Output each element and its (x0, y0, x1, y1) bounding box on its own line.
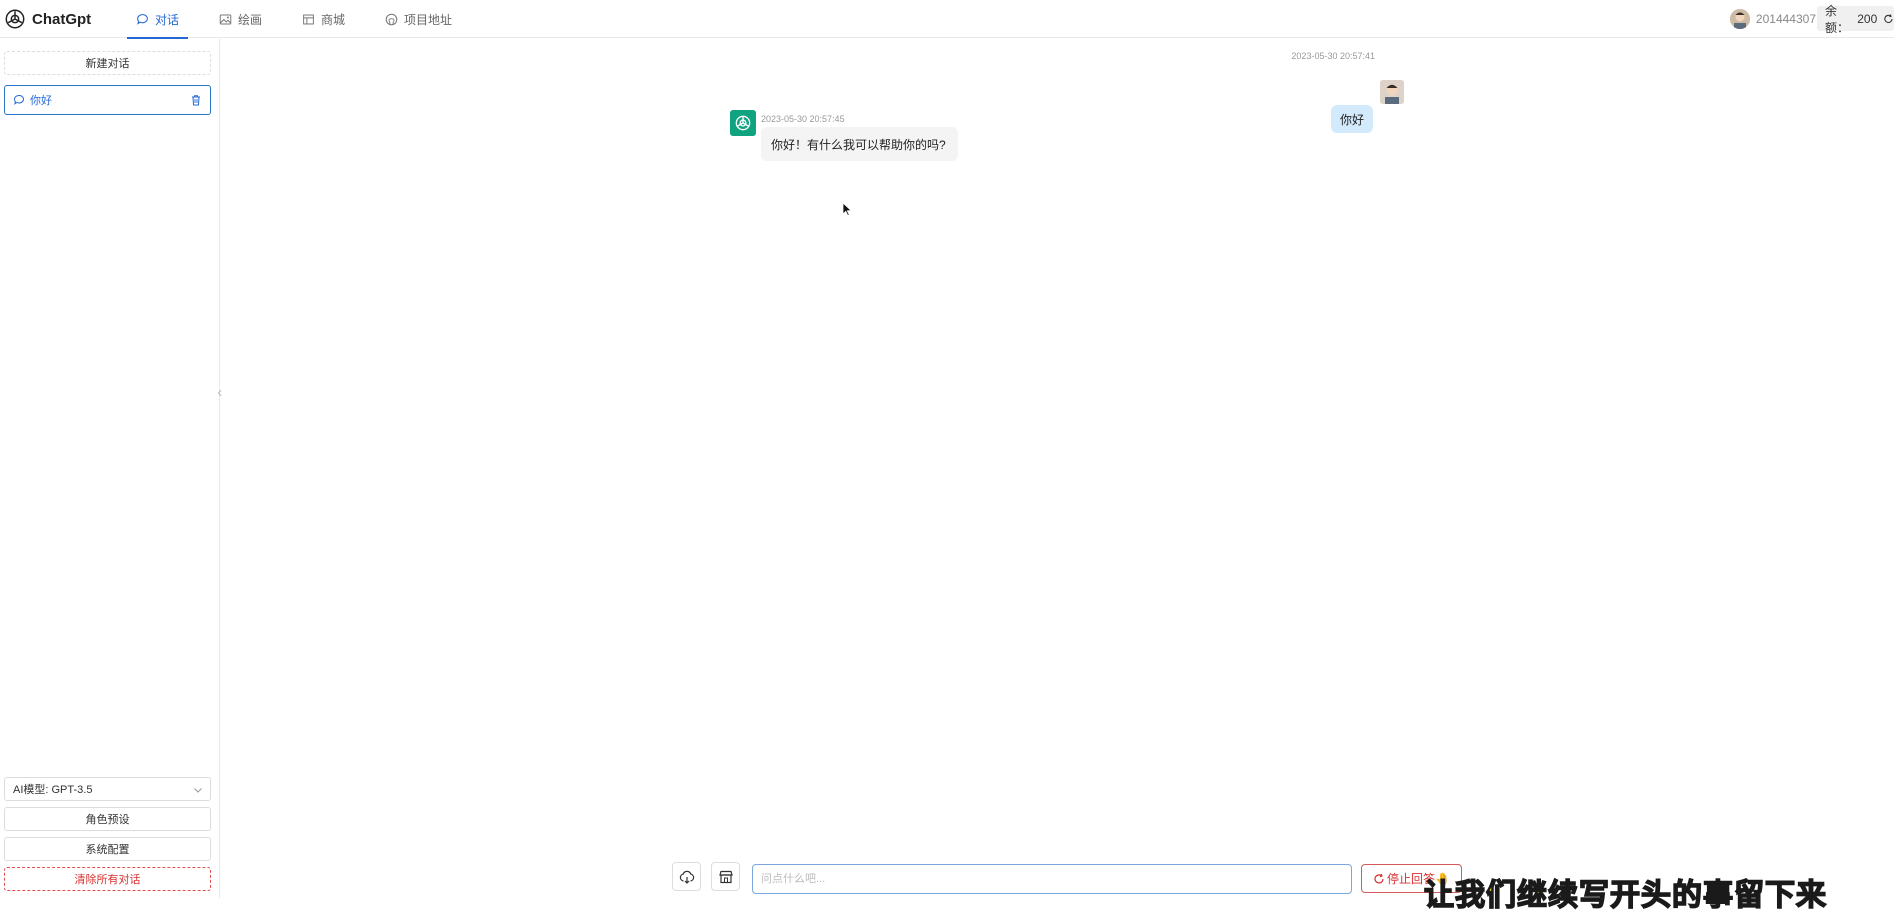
new-chat-button[interactable]: 新建对话 (4, 51, 211, 75)
assistant-avatar (730, 110, 756, 136)
balance-label: 余额： (1825, 3, 1850, 35)
chat-icon (14, 95, 24, 105)
balance-badge: 余额： 200 (1817, 4, 1894, 35)
top-bar: ChatGpt 对话 绘画 商城 项目地址 201444307 余额： 200 (0, 0, 1894, 39)
video-subtitle: 让我们继续写开头的事留下来 (1423, 877, 1827, 914)
avatar[interactable] (1729, 9, 1750, 29)
refresh-icon[interactable] (1883, 13, 1894, 25)
nav-tab-drawing-label: 绘画 (238, 12, 263, 27)
trash-icon[interactable] (190, 94, 202, 106)
user-message-bubble: 你好 (1331, 105, 1373, 133)
assistant-message-time: 2023-05-30 20:57:45 (761, 114, 845, 124)
app-name: ChatGpt (32, 10, 92, 28)
nav-tab-store[interactable]: 商城 (293, 0, 354, 38)
store-icon (718, 870, 733, 883)
nav-tab-chat[interactable]: 对话 (127, 0, 189, 39)
nav-tab-drawing[interactable]: 绘画 (210, 0, 271, 38)
github-icon (385, 13, 398, 25)
openai-logo-icon (735, 115, 751, 131)
chat-panel: 2023-05-30 20:57:41 你好 2023-05-30 20:57:… (221, 39, 1894, 898)
nav-tab-project-label: 项目地址 (404, 12, 453, 27)
mouse-cursor-icon (842, 202, 852, 216)
chat-icon (137, 13, 148, 25)
assistant-message-bubble: 你好！有什么我可以帮助你的吗? (761, 127, 958, 161)
refresh-icon (1374, 873, 1384, 883)
model-select-value: AI模型: GPT-3.5 (13, 784, 93, 796)
plugin-button[interactable] (711, 862, 740, 891)
user-info[interactable]: 201444307 (1729, 7, 1816, 31)
chat-input[interactable] (752, 864, 1352, 894)
openai-logo-icon (5, 9, 25, 29)
assistant-message-text: 你好！有什么我可以帮助你的吗? (771, 137, 946, 152)
image-icon (219, 14, 232, 24)
app-logo[interactable]: ChatGpt (4, 7, 91, 31)
nav-tab-project[interactable]: 项目地址 (376, 0, 461, 38)
user-avatar-icon (1729, 9, 1750, 29)
sidebar: 新建对话 你好 AI模型: GPT-3.5 角色预设 系统配置 清除所有对话 (0, 39, 220, 898)
user-id: 201444307 (1755, 12, 1816, 26)
main-nav: 对话 绘画 商城 项目地址 (127, 0, 483, 39)
nav-tab-store-label: 商城 (321, 12, 346, 27)
conversation-title: 你好 (30, 95, 52, 107)
role-preset-button[interactable]: 角色预设 (4, 807, 211, 831)
cloud-upload-icon (679, 870, 694, 884)
upload-button[interactable] (672, 862, 701, 891)
user-message-text: 你好 (1339, 112, 1364, 127)
conversation-item[interactable]: 你好 (4, 85, 211, 115)
chevron-down-icon (194, 788, 202, 793)
nav-tab-chat-label: 对话 (155, 12, 180, 27)
user-avatar-icon (1380, 80, 1404, 104)
user-avatar (1380, 80, 1404, 104)
user-message-time: 2023-05-30 20:57:41 (1291, 51, 1375, 61)
store-icon (303, 14, 314, 24)
balance-value: 200 (1857, 11, 1878, 26)
system-config-button[interactable]: 系统配置 (4, 837, 211, 861)
clear-all-conversations-button[interactable]: 清除所有对话 (4, 867, 211, 891)
model-select[interactable]: AI模型: GPT-3.5 (4, 777, 211, 801)
